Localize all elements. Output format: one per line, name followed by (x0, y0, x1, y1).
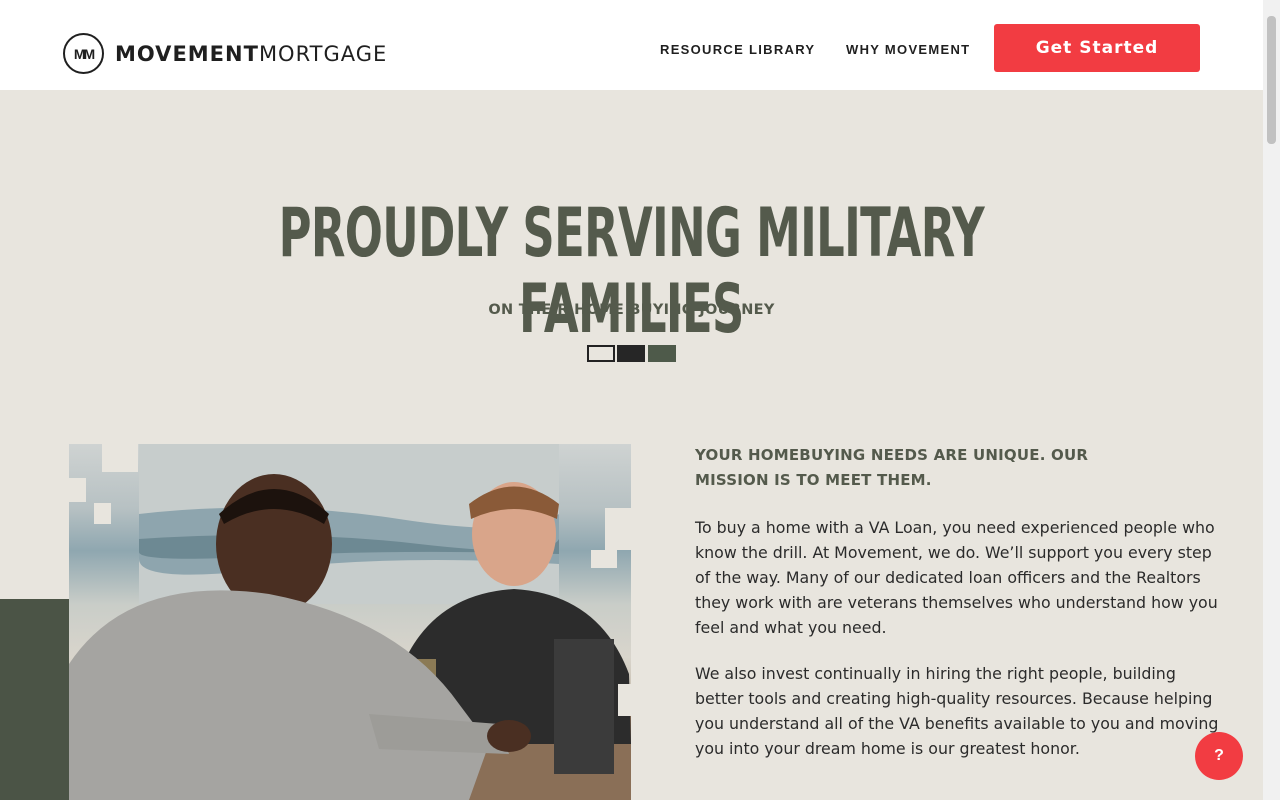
hero-subtitle: ON THEIR HOME BUYING JOURNEY (488, 302, 775, 318)
logo-mark-icon: MM (63, 33, 104, 74)
intro-paragraph: To buy a home with a VA Loan, you need e… (695, 518, 1218, 637)
flag-icon (587, 345, 615, 362)
pixel-decoration (94, 503, 111, 524)
pixel-decoration (102, 444, 138, 472)
logo-text-light: MORTGAGE (258, 41, 388, 66)
pixel-decoration (591, 550, 617, 568)
investment-paragraph: We also invest continually in hiring the… (695, 664, 1219, 758)
logo[interactable]: MM MOVEMENTMORTGAGE (63, 33, 387, 74)
pixel-decoration (618, 684, 631, 716)
flag-block-green (648, 345, 676, 362)
get-started-button[interactable]: Get Started (994, 24, 1200, 72)
hero-title: PROUDLY SERVING MILITARY FAMILIES (278, 194, 985, 349)
hero-photo (69, 444, 631, 800)
pixel-decoration (69, 478, 86, 502)
nav-resource-library[interactable]: RESOURCE LIBRARY (660, 42, 815, 57)
photo-illustration (69, 444, 631, 800)
flag-block-dark (617, 345, 645, 362)
section-heading: YOUR HOMEBUYING NEEDS ARE UNIQUE. OUR MI… (695, 446, 1089, 489)
logo-text-bold: MOVEMENT (115, 41, 259, 66)
site-header: MM MOVEMENTMORTGAGE RESOURCE LIBRARY WHY… (0, 0, 1263, 90)
help-button[interactable]: ? (1195, 732, 1243, 780)
pixel-decoration (605, 508, 631, 550)
decorative-green-block (0, 599, 70, 800)
scrollbar-thumb[interactable] (1267, 16, 1276, 144)
scrollbar[interactable] (1263, 0, 1280, 800)
nav-why-movement[interactable]: WHY MOVEMENT (846, 42, 970, 57)
logo-text: MOVEMENTMORTGAGE (115, 42, 387, 66)
